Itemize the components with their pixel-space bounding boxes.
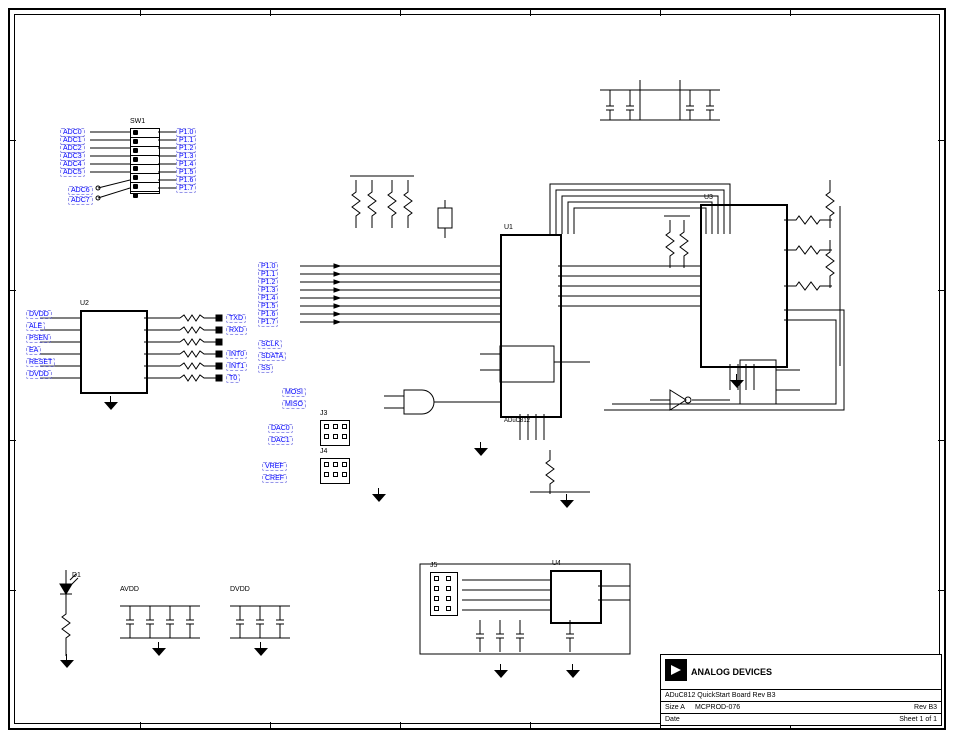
net-dac0: DAC0 [268, 424, 293, 433]
net-p17: P1.7 [258, 318, 278, 327]
gnd-mid [560, 500, 574, 510]
dvdd-lbl: DVDD [230, 586, 250, 593]
gnd-u3 [730, 380, 744, 390]
gnd-j4 [372, 494, 386, 504]
main-wiring [300, 80, 900, 530]
net-ea: EA [26, 346, 41, 355]
net-sdata: SDATA [258, 352, 286, 361]
net-rxd: RXD [226, 326, 247, 335]
net-ale: ALE [26, 322, 45, 331]
d1-ref: D1 [72, 572, 81, 579]
drawing-title: ADuC812 QuickStart Board Rev B3 [665, 692, 776, 699]
gnd-bot2 [566, 670, 580, 680]
company-name: ANALOG DEVICES [691, 667, 772, 677]
net-dvdd2: DVDD [26, 370, 52, 379]
net-cref: CREF [262, 474, 287, 483]
cap-bank-2 [230, 596, 310, 666]
sw1-wires [90, 128, 190, 198]
u2-wires [30, 310, 240, 410]
net-mosi: MOSI [282, 388, 306, 397]
net-psen: PSEN [26, 334, 51, 343]
net-int0: INT0 [226, 350, 247, 359]
net-miso: MISO [282, 400, 306, 409]
j3-ref: J3 [320, 410, 327, 417]
net-sclk: SCLK [258, 340, 282, 349]
title-block: ANALOG DEVICES ADuC812 QuickStart Board … [660, 654, 942, 726]
gnd-cb2 [254, 648, 268, 658]
avdd-lbl: AVDD [120, 586, 139, 593]
net-adc6: ADC6 [68, 186, 93, 195]
j4-ref: J4 [320, 448, 327, 455]
tb-doc: MCPROD-076 [695, 704, 740, 711]
tb-rev: B3 [928, 704, 937, 711]
schematic-sheet: SW1 ADC0 ADC1 ADC2 ADC3 ADC4 ADC5 ADC6 A… [0, 0, 954, 738]
gnd-cb1 [152, 648, 166, 658]
gnd-u2 [104, 402, 118, 412]
cap-bank-1 [120, 596, 220, 666]
net-dac1: DAC1 [268, 436, 293, 445]
net-txd: TXD [226, 314, 246, 323]
net-ss: SS [258, 364, 273, 373]
tb-sheet: 1 of 1 [919, 716, 937, 723]
company-logo-icon [665, 659, 687, 681]
gnd-bot1 [494, 670, 508, 680]
gnd-led [60, 660, 74, 670]
net-reset: RESET [26, 358, 55, 367]
connector-j4 [320, 458, 350, 484]
net-int1: INT1 [226, 362, 247, 371]
sw1-ref: SW1 [130, 118, 145, 125]
net-vref: VREF [262, 462, 287, 471]
net-dvdd-l: DVDD [26, 310, 52, 319]
gnd-u1 [474, 448, 488, 458]
net-adc7: ADC7 [68, 196, 93, 205]
connector-j3 [320, 420, 350, 446]
net-adc5: ADC5 [60, 168, 85, 177]
u2-ref: U2 [80, 300, 89, 307]
tb-size: A [680, 704, 685, 711]
net-t0a: T0 [226, 374, 240, 383]
bottom-wiring [420, 560, 660, 680]
